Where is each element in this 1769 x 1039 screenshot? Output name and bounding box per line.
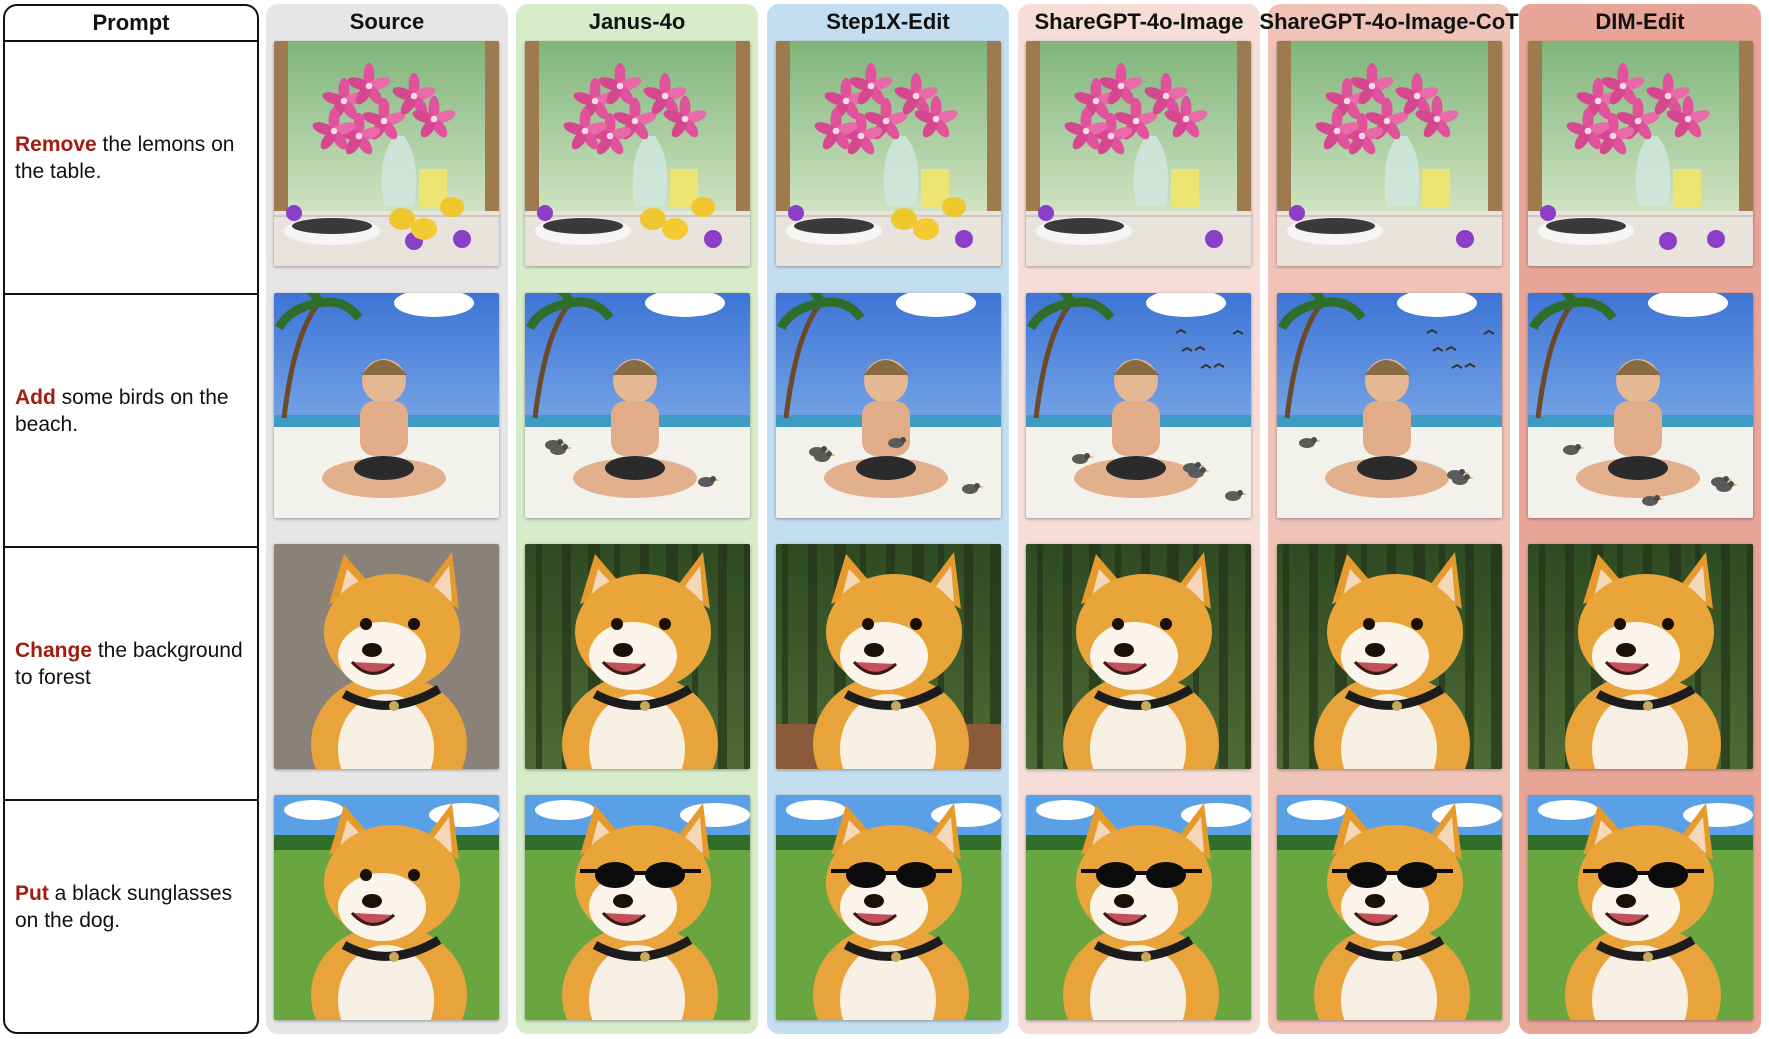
result-image-still-life-lilies bbox=[1277, 41, 1502, 266]
image-content bbox=[776, 544, 1001, 769]
image-content bbox=[1026, 795, 1251, 1020]
image-content bbox=[1277, 41, 1502, 266]
result-image-shiba-on-meadow bbox=[1528, 795, 1753, 1020]
result-image-shiba-on-meadow bbox=[1026, 795, 1251, 1020]
method-header: ShareGPT-4o-Image-CoT bbox=[1259, 9, 1519, 34]
result-image-boy-on-beach bbox=[776, 293, 1001, 518]
prompt-verb: Remove bbox=[15, 132, 97, 156]
prompt-row-3: Change the background to forest bbox=[5, 548, 257, 801]
result-image-shiba-on-meadow bbox=[525, 795, 750, 1020]
image-content bbox=[1528, 41, 1753, 266]
image-content bbox=[1528, 795, 1753, 1020]
prompt-verb: Put bbox=[15, 881, 49, 905]
image-content bbox=[1528, 293, 1753, 518]
prompt-verb: Change bbox=[15, 638, 93, 662]
image-content bbox=[274, 544, 499, 769]
result-image-still-life-lilies bbox=[274, 41, 499, 266]
result-image-still-life-lilies bbox=[1026, 41, 1251, 266]
method-header: Janus-4o bbox=[588, 9, 686, 34]
image-content bbox=[1026, 293, 1251, 518]
image-content bbox=[1528, 544, 1753, 769]
image-content bbox=[1277, 544, 1502, 769]
prompt-verb: Add bbox=[15, 385, 56, 409]
result-image-boy-on-beach bbox=[1026, 293, 1251, 518]
result-image-shiba-on-meadow bbox=[274, 795, 499, 1020]
result-image-shiba-portrait bbox=[1277, 544, 1502, 769]
result-image-still-life-lilies bbox=[776, 41, 1001, 266]
result-image-shiba-on-meadow bbox=[776, 795, 1001, 1020]
result-image-boy-on-beach bbox=[525, 293, 750, 518]
method-header: ShareGPT-4o-Image bbox=[1034, 9, 1244, 34]
image-content bbox=[525, 41, 750, 266]
method-header: Source bbox=[349, 9, 425, 34]
result-image-shiba-portrait bbox=[1528, 544, 1753, 769]
result-image-shiba-portrait bbox=[525, 544, 750, 769]
result-image-still-life-lilies bbox=[1528, 41, 1753, 266]
image-content bbox=[776, 795, 1001, 1020]
image-content bbox=[776, 41, 1001, 266]
image-content bbox=[274, 795, 499, 1020]
image-content bbox=[1026, 544, 1251, 769]
image-content bbox=[525, 544, 750, 769]
result-image-boy-on-beach bbox=[274, 293, 499, 518]
result-image-shiba-on-meadow bbox=[1277, 795, 1502, 1020]
prompt-row-1: Remove the lemons on the table. bbox=[5, 42, 257, 295]
result-image-still-life-lilies bbox=[525, 41, 750, 266]
image-content bbox=[1277, 795, 1502, 1020]
result-image-shiba-portrait bbox=[1026, 544, 1251, 769]
method-header: DIM-Edit bbox=[1595, 9, 1685, 34]
image-content bbox=[525, 293, 750, 518]
result-image-shiba-portrait bbox=[776, 544, 1001, 769]
prompt-column: Prompt Remove the lemons on the table. A… bbox=[3, 4, 259, 1034]
result-image-boy-on-beach bbox=[1277, 293, 1502, 518]
prompt-row-4: Put a black sunglasses on the dog. bbox=[5, 801, 257, 1032]
prompt-header: Prompt bbox=[5, 6, 257, 42]
method-header: Step1X-Edit bbox=[826, 9, 950, 34]
image-content bbox=[1277, 293, 1502, 518]
result-image-shiba-portrait bbox=[274, 544, 499, 769]
image-content bbox=[274, 41, 499, 266]
image-content bbox=[274, 293, 499, 518]
result-image-boy-on-beach bbox=[1528, 293, 1753, 518]
image-content bbox=[776, 293, 1001, 518]
image-content bbox=[525, 795, 750, 1020]
prompt-row-2: Add some birds on the beach. bbox=[5, 295, 257, 548]
image-content bbox=[1026, 41, 1251, 266]
